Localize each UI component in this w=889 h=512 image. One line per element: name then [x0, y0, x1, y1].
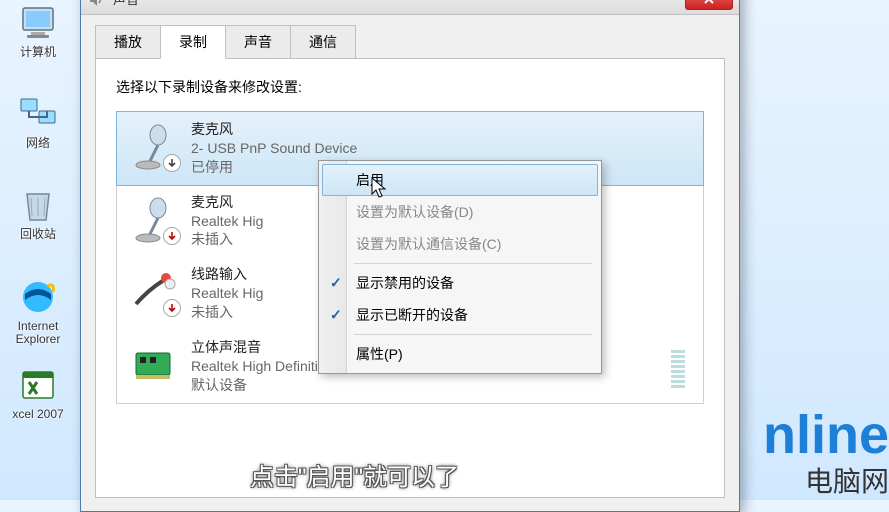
desktop-icon-excel[interactable]: xcel 2007: [8, 362, 68, 423]
check-icon: ✓: [330, 307, 342, 324]
titlebar[interactable]: 声音: [81, 0, 739, 15]
tab-playback[interactable]: 播放: [95, 25, 161, 58]
desktop-icons: 计算机 网络 回收站 Internet Explorer xcel 2007: [8, 0, 68, 423]
device-status: 默认设备: [191, 376, 663, 395]
desktop-icon-label: xcel 2007: [12, 408, 63, 421]
network-icon: [17, 93, 59, 135]
menu-item-label: 显示已断开的设备: [356, 305, 468, 325]
tab-recording[interactable]: 录制: [160, 25, 226, 59]
menu-item-enable[interactable]: 启用: [322, 164, 598, 196]
desktop-icon-label: Internet Explorer: [10, 320, 66, 346]
instruction-text: 选择以下录制设备来修改设置:: [116, 77, 704, 97]
menu-item-label: 启用: [356, 170, 384, 190]
watermark-logo: nline: [763, 411, 889, 460]
microphone-icon: [127, 120, 183, 172]
line-in-icon: [127, 265, 183, 317]
watermark: nline 电脑网: [763, 411, 889, 500]
menu-item-show-disabled[interactable]: ✓ 显示禁用的设备: [322, 267, 598, 299]
tab-row: 播放 录制 声音 通信: [81, 15, 739, 58]
desktop-icon-computer[interactable]: 计算机: [8, 0, 68, 61]
context-menu: 启用 设置为默认设备(D) 设置为默认通信设备(C) ✓ 显示禁用的设备 ✓ 显示已…: [318, 160, 602, 374]
desktop-icon-label: 计算机: [20, 46, 56, 59]
device-desc: 2- USB PnP Sound Device: [191, 139, 663, 158]
level-meter: [663, 338, 693, 395]
menu-separator: [354, 263, 592, 264]
window-title: 声音: [113, 0, 685, 8]
down-arrow-badge-icon: [163, 227, 181, 245]
menu-item-label: 显示禁用的设备: [356, 273, 454, 293]
desktop-icon-label: 网络: [26, 137, 50, 150]
desktop-icon-recycle[interactable]: 回收站: [8, 182, 68, 243]
excel-icon: [17, 364, 59, 406]
menu-item-label: 设置为默认通信设备(C): [356, 234, 501, 254]
desktop-icon-label: 回收站: [20, 228, 56, 241]
subtitle-text: 点击"启用"就可以了: [250, 457, 459, 492]
menu-item-properties[interactable]: 属性(P): [322, 338, 598, 370]
menu-separator: [354, 334, 592, 335]
level-meter: [663, 193, 693, 250]
level-meter: [663, 265, 693, 322]
speaker-icon: [87, 0, 105, 8]
check-icon: ✓: [330, 275, 342, 292]
microphone-icon: [127, 193, 183, 245]
menu-item-set-default[interactable]: 设置为默认设备(D): [322, 196, 598, 228]
level-meter: [663, 120, 693, 177]
tab-communications[interactable]: 通信: [290, 25, 356, 58]
recycle-bin-icon: [17, 184, 59, 226]
computer-icon: [17, 2, 59, 44]
ie-icon: [17, 276, 59, 318]
sound-card-icon: [127, 338, 183, 390]
menu-item-set-default-comm[interactable]: 设置为默认通信设备(C): [322, 228, 598, 260]
watermark-sub: 电脑网: [763, 460, 889, 500]
down-arrow-badge-icon: [163, 154, 181, 172]
desktop-icon-ie[interactable]: Internet Explorer: [8, 274, 68, 348]
menu-item-show-disconnected[interactable]: ✓ 显示已断开的设备: [322, 299, 598, 331]
tab-sounds[interactable]: 声音: [225, 25, 291, 58]
device-name: 麦克风: [191, 120, 663, 139]
desktop-icon-network[interactable]: 网络: [8, 91, 68, 152]
close-button[interactable]: [685, 0, 733, 10]
menu-item-label: 设置为默认设备(D): [356, 202, 473, 222]
menu-item-label: 属性(P): [356, 344, 403, 364]
